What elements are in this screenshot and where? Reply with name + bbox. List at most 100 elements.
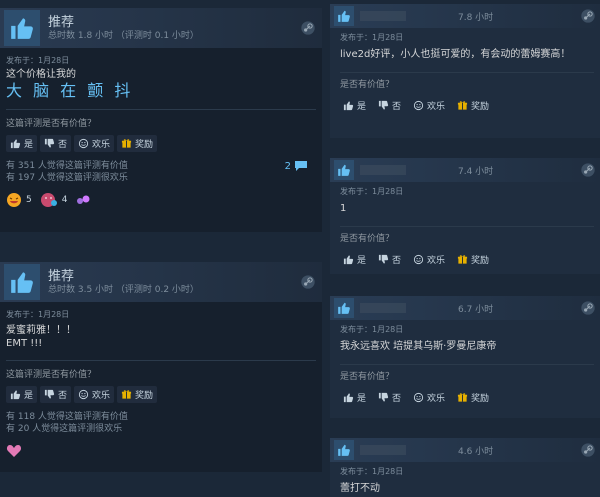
vote-yes-button[interactable]: 是 [340,251,369,267]
helpful-question: 这篇评测是否有价值？ [6,119,97,129]
award-heart[interactable] [6,444,22,458]
helpful-question: 是否有价值？ [340,372,395,382]
steam-icon[interactable] [580,300,596,316]
review-card: 7.8 小时 发布于：1月28日 live2d好评，小人也挺可爱的，有会动的蕾姆… [330,4,600,138]
award-button[interactable]: 奖励 [117,386,158,403]
award-button[interactable]: 奖励 [117,135,158,152]
awards-row: 5 4 [6,190,316,210]
playtime: 7.8 小时 [458,13,494,23]
left-review-column: 推荐 总时数 1.8 小时 （评测时 0.1 小时） 发布于：1月28日 这个价… [0,0,322,497]
vote-funny-button[interactable]: 欢乐 [74,135,115,152]
laughing-face-icon [7,193,21,207]
vote-yes-button[interactable]: 是 [340,97,369,113]
thumbs-down-icon [378,254,389,265]
steam-icon[interactable] [580,162,596,178]
review-header: 4.6 小时 [330,438,600,462]
vote-no-button[interactable]: 否 [375,389,404,405]
award-icon [457,392,468,403]
awards-row [6,441,316,461]
steam-icon[interactable] [300,20,316,36]
smile-icon [413,392,424,403]
vote-funny-button[interactable]: 欢乐 [74,386,115,403]
vote-funny-button[interactable]: 欢乐 [410,97,448,113]
thumbs-down-icon [378,100,389,111]
review-text: 我永远喜欢 培提其乌斯·罗曼尼康帝 [340,341,497,352]
review-card: 推荐 总时数 3.5 小时 （评测时 0.2 小时） 发布于：1月28日 爱蜜莉… [0,262,322,472]
award-button[interactable]: 奖励 [454,251,492,267]
playtime: 总时数 1.8 小时 （评测时 0.1 小时） [48,30,199,41]
award-heart-eyes[interactable]: 4 [40,192,67,208]
thumbs-up-icon [334,6,354,26]
review-text: 1 [340,203,347,214]
thumbs-up-icon [334,440,354,460]
review-header: 7.8 小时 [330,4,600,28]
award-icon [121,389,132,400]
thumbs-down-icon [378,392,389,403]
thumbs-up-icon [334,160,354,180]
award-sparkle[interactable] [75,193,91,207]
user-name-redacted [360,165,406,175]
thumbs-down-icon [44,138,55,149]
playtime: 4.6 小时 [458,447,494,457]
thumbs-up-icon [10,138,21,149]
posted-date: 发布于：1月28日 [340,33,404,42]
review-text: 爱蜜莉雅！！！ [6,325,76,336]
divider [6,360,316,361]
recommendation-title[interactable]: 推荐 [48,269,199,284]
review-header: 推荐 总时数 3.5 小时 （评测时 0.2 小时） [0,262,322,302]
steam-icon[interactable] [580,8,596,24]
vote-no-button[interactable]: 否 [375,97,404,113]
divider [6,109,316,110]
helpful-question: 这篇评测是否有价值？ [6,370,97,380]
helpful-count: 有 118 人觉得这篇评测有价值 [6,412,128,422]
divider [340,72,594,73]
award-icon [457,100,468,111]
review-text: live2d好评，小人也挺可爱的，有会动的蕾姆赛高！ [340,49,571,60]
smile-icon [78,389,89,400]
steam-icon[interactable] [300,274,316,290]
thumbs-up-icon [4,264,40,300]
right-review-column: 7.8 小时 发布于：1月28日 live2d好评，小人也挺可爱的，有会动的蕾姆… [330,0,600,497]
playtime: 总时数 3.5 小时 （评测时 0.2 小时） [48,284,199,295]
divider [340,364,594,365]
award-button[interactable]: 奖励 [454,389,492,405]
review-text-large: 大 脑 在 颤 抖 [6,81,134,100]
thumbs-up-icon [334,298,354,318]
award-icon [121,138,132,149]
funny-count: 有 197 人觉得这篇评测很欢乐 [6,173,128,183]
comment-count: 2 [284,160,291,172]
award-icon [457,254,468,265]
vote-funny-button[interactable]: 欢乐 [410,251,448,267]
vote-yes-button[interactable]: 是 [6,135,38,152]
posted-date: 发布于：1月28日 [6,310,70,319]
vote-no-button[interactable]: 否 [375,251,404,267]
review-card: 6.7 小时 发布于：1月28日 我永远喜欢 培提其乌斯·罗曼尼康帝 是否有价值… [330,296,600,418]
playtime: 6.7 小时 [458,305,494,315]
award-button[interactable]: 奖励 [454,97,492,113]
comments-link[interactable]: 2 [285,160,308,172]
divider [340,226,594,227]
posted-date: 发布于：1月28日 [6,56,70,65]
helpful-question: 是否有价值？ [340,80,395,90]
steam-icon[interactable] [580,442,596,458]
review-card: 4.6 小时 发布于：1月28日 蕾打不动 [330,438,600,497]
playtime: 7.4 小时 [458,167,494,177]
thumbs-up-icon [343,254,354,265]
helpful-count: 有 351 人觉得这篇评测有价值 [6,161,128,171]
vote-yes-button[interactable]: 是 [6,386,38,403]
review-text: 这个价格让我的 [6,69,76,80]
vote-yes-button[interactable]: 是 [340,389,369,405]
posted-date: 发布于：1月28日 [340,325,404,334]
vote-no-button[interactable]: 否 [40,386,72,403]
sparkle-icon [77,195,90,204]
vote-no-button[interactable]: 否 [40,135,72,152]
thumbs-up-icon [343,392,354,403]
vote-funny-button[interactable]: 欢乐 [410,389,448,405]
posted-date: 发布于：1月28日 [340,187,404,196]
comment-icon [295,161,307,171]
recommendation-title[interactable]: 推荐 [48,15,199,30]
smile-icon [78,138,89,149]
thumbs-up-icon [4,10,40,46]
award-laughing[interactable]: 5 [6,192,32,208]
review-text: 蕾打不动 [340,483,380,494]
